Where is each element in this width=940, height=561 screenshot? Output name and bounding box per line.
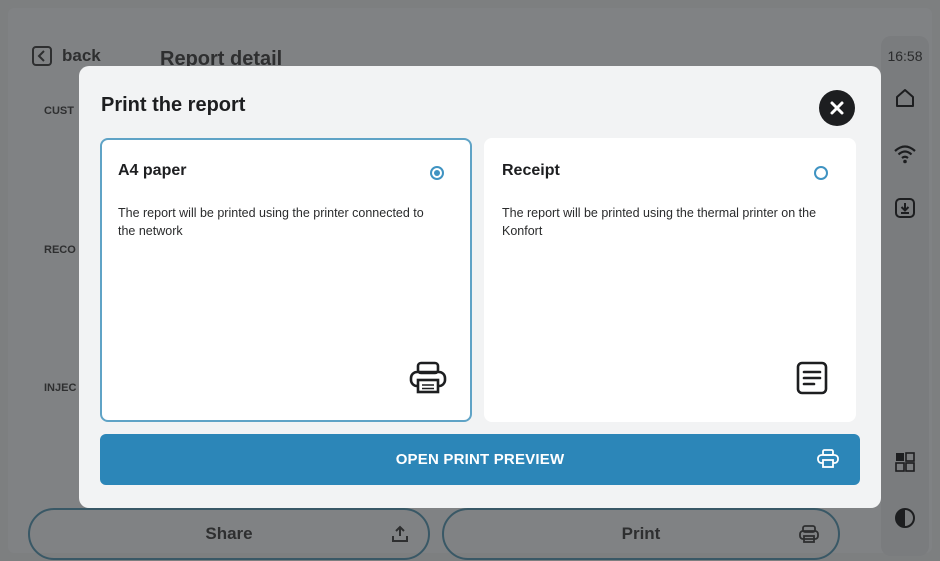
close-button[interactable] <box>819 90 855 126</box>
option-receipt[interactable]: Receipt The report will be printed using… <box>484 138 856 422</box>
dialog-title: Print the report <box>101 94 246 116</box>
print-button[interactable]: Print <box>442 508 840 560</box>
printer-icon <box>798 524 820 549</box>
wifi-icon[interactable] <box>893 142 917 166</box>
open-print-preview-button[interactable]: OPEN PRINT PREVIEW <box>100 434 860 485</box>
share-label: Share <box>205 524 253 543</box>
radio-receipt[interactable] <box>814 166 828 180</box>
radio-a4-paper[interactable] <box>430 166 444 180</box>
section-label-reco: RECO <box>44 244 76 256</box>
option-description: The report will be printed using the the… <box>502 206 817 238</box>
preview-button-label: OPEN PRINT PREVIEW <box>395 451 565 468</box>
section-label-cust: CUST <box>44 105 74 117</box>
upload-icon <box>390 524 410 549</box>
section-label-injec: INJEC <box>44 382 77 394</box>
grid-icon[interactable] <box>893 450 917 474</box>
clock: 16:58 <box>887 48 923 64</box>
printer-icon <box>817 449 839 468</box>
back-arrow-icon <box>32 46 52 66</box>
home-icon[interactable] <box>893 86 917 110</box>
print-label: Print <box>621 524 661 543</box>
option-a4-paper[interactable]: A4 paper The report will be printed usin… <box>100 138 472 422</box>
contrast-icon[interactable] <box>893 506 917 530</box>
download-icon[interactable] <box>893 196 917 220</box>
option-title: Receipt <box>502 162 560 179</box>
receipt-icon <box>792 358 832 398</box>
back-label: back <box>62 46 101 65</box>
share-button[interactable]: Share <box>28 508 430 560</box>
close-icon <box>830 101 844 115</box>
back-nav[interactable]: back <box>32 46 101 66</box>
option-description: The report will be printed using the pri… <box>118 206 424 238</box>
status-rail: 16:58 <box>881 36 929 556</box>
printer-icon <box>408 358 448 398</box>
option-title: A4 paper <box>118 162 187 179</box>
print-dialog: Print the report A4 paper The report wil… <box>79 66 881 508</box>
